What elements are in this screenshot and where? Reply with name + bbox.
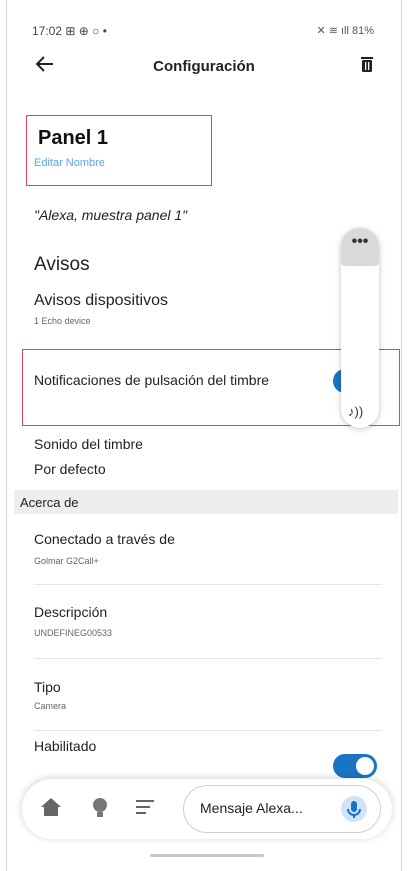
trash-icon[interactable]: [360, 56, 374, 72]
edit-name-link[interactable]: Editar Nombre: [34, 157, 105, 169]
home-indicator: [150, 854, 264, 857]
mic-button[interactable]: [341, 796, 367, 822]
timbre-title[interactable]: Sonido del timbre: [34, 436, 143, 452]
divider: [34, 658, 382, 659]
about-item-value: Golmar G2Call+: [34, 556, 99, 566]
status-icons: ⊞ ⊕ ○ •: [65, 24, 107, 38]
about-item-title: Conectado a través de: [34, 531, 175, 547]
device-name-highlight: [26, 115, 212, 186]
about-item-title: Tipo: [34, 679, 61, 695]
list-icon[interactable]: [136, 800, 154, 819]
page-title: Configuración: [153, 58, 255, 75]
divider: [34, 584, 382, 585]
home-icon[interactable]: [40, 797, 62, 822]
device-name: Panel 1: [38, 127, 109, 149]
status-right: ✕ ≋ ıll 81%: [316, 25, 374, 37]
message-placeholder: Mensaje Alexa...: [200, 800, 303, 816]
more-options-icon[interactable]: •••: [341, 228, 379, 266]
about-heading: Acerca de: [20, 495, 79, 510]
enabled-toggle[interactable]: [333, 754, 377, 778]
timbre-value: Por defecto: [34, 461, 106, 477]
enabled-title: Habilitado: [34, 738, 97, 754]
alexa-phrase: "Alexa, muestra panel 1": [34, 207, 188, 223]
avisos-dispositivos-title[interactable]: Avisos dispositivos: [34, 292, 168, 310]
avisos-dispositivos-sub: 1 Echo device: [34, 316, 91, 326]
status-time: 17:02 ⊞ ⊕ ○ •: [32, 24, 107, 38]
notif-label: Notificaciones de pulsación del timbre: [34, 372, 270, 388]
sound-icon[interactable]: ♪)): [348, 404, 363, 419]
about-item-value: Camera: [34, 701, 67, 711]
about-item-title: Descripción: [34, 604, 108, 620]
avisos-heading: Avisos: [34, 254, 90, 275]
divider: [34, 730, 382, 731]
about-item-value: UNDEFINEG00533: [34, 628, 113, 638]
bulb-icon[interactable]: [92, 797, 108, 824]
